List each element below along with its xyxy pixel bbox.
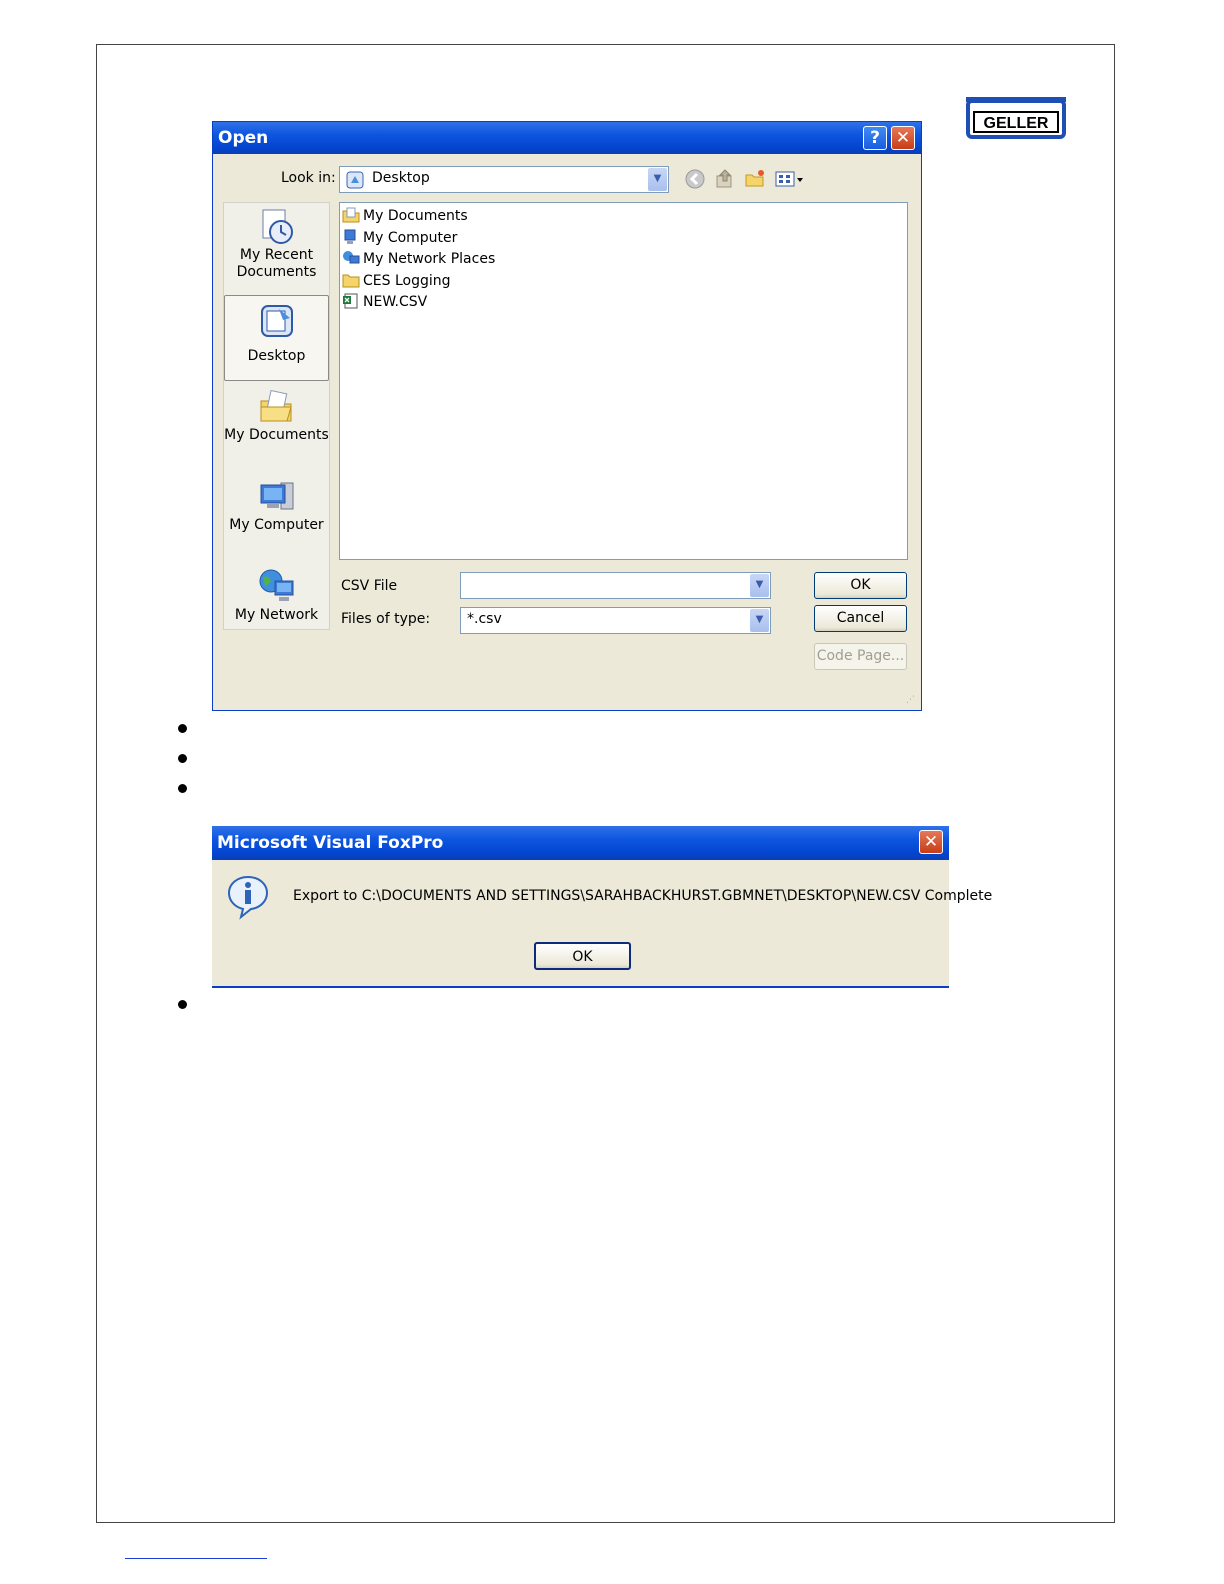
resize-grip-icon[interactable]: ⋰	[906, 695, 918, 707]
geller-logo: GELLER	[966, 97, 1066, 139]
look-in-combo[interactable]: Desktop ▼	[339, 166, 669, 193]
recent-documents-icon	[262, 209, 293, 244]
file-name-combo[interactable]: ▼	[460, 572, 771, 599]
file-type-combo[interactable]: *.csv ▼	[460, 607, 771, 634]
network-icon	[343, 251, 360, 264]
chevron-down-icon[interactable]: ▼	[750, 574, 769, 597]
place-my-documents[interactable]: My Documents	[224, 387, 329, 471]
close-button[interactable]: ✕	[919, 830, 943, 854]
message-dialog-title: Microsoft Visual FoxPro	[217, 833, 444, 853]
bullet-point	[178, 784, 187, 793]
open-dialog: Open ? ✕ Look in: Desktop ▼ My Recent Do…	[212, 121, 922, 711]
file-type-value: *.csv	[467, 611, 502, 627]
message-dialog-titlebar: Microsoft Visual FoxPro ✕	[212, 826, 949, 860]
desktop-small-icon	[346, 171, 364, 189]
ok-button[interactable]: OK	[814, 572, 907, 599]
look-in-value: Desktop	[372, 170, 430, 186]
desktop-icon	[260, 305, 293, 337]
places-bar: My Recent Documents Desktop My Documents	[223, 202, 330, 630]
view-menu-icon[interactable]	[774, 168, 806, 188]
place-my-network[interactable]: My Network	[224, 567, 329, 629]
list-item[interactable]: CES Logging	[342, 271, 451, 291]
file-name-label: CSV File	[341, 578, 398, 594]
place-my-computer[interactable]: My Computer	[224, 477, 329, 561]
computer-icon	[344, 229, 356, 244]
help-button[interactable]: ?	[863, 126, 887, 150]
list-item[interactable]: My Documents	[342, 206, 468, 226]
place-desktop[interactable]: Desktop	[224, 295, 329, 381]
chevron-down-icon[interactable]: ▼	[750, 609, 769, 632]
bullet-point	[178, 724, 187, 733]
folder-icon	[342, 274, 360, 288]
close-button[interactable]: ✕	[891, 126, 915, 150]
open-dialog-title: Open	[218, 128, 269, 148]
message-text: Export to C:\DOCUMENTS AND SETTINGS\SARA…	[293, 888, 993, 904]
new-folder-icon[interactable]	[743, 168, 767, 188]
chevron-down-icon[interactable]: ▼	[648, 168, 667, 191]
list-item[interactable]: My Network Places	[342, 249, 495, 269]
svg-text:GELLER: GELLER	[984, 115, 1049, 132]
place-my-recent-documents[interactable]: My Recent Documents	[224, 207, 329, 291]
open-dialog-titlebar: Open ? ✕	[213, 122, 921, 154]
my-documents-icon	[260, 389, 292, 422]
list-item[interactable]: NEW.CSV	[342, 292, 427, 312]
bullet-point	[178, 754, 187, 763]
message-dialog: Microsoft Visual FoxPro ✕ Export to C:\D…	[212, 826, 992, 988]
footer-rule	[125, 1558, 267, 1559]
bullet-point	[178, 1000, 187, 1009]
look-in-label: Look in:	[281, 170, 336, 186]
up-folder-icon[interactable]	[713, 168, 737, 188]
ok-button[interactable]: OK	[534, 942, 631, 970]
csv-file-icon	[343, 293, 358, 309]
back-icon[interactable]	[683, 168, 707, 189]
my-computer-icon	[260, 482, 293, 510]
cancel-button[interactable]: Cancel	[814, 605, 907, 632]
folder-documents-icon	[342, 207, 360, 223]
list-item[interactable]: My Computer	[342, 228, 457, 248]
info-icon	[227, 875, 269, 920]
file-list[interactable]: My Documents My Computer My Network Plac…	[339, 202, 908, 560]
code-page-button[interactable]: Code Page...	[814, 643, 907, 670]
my-network-icon	[259, 569, 293, 601]
file-type-label: Files of type:	[341, 611, 431, 627]
